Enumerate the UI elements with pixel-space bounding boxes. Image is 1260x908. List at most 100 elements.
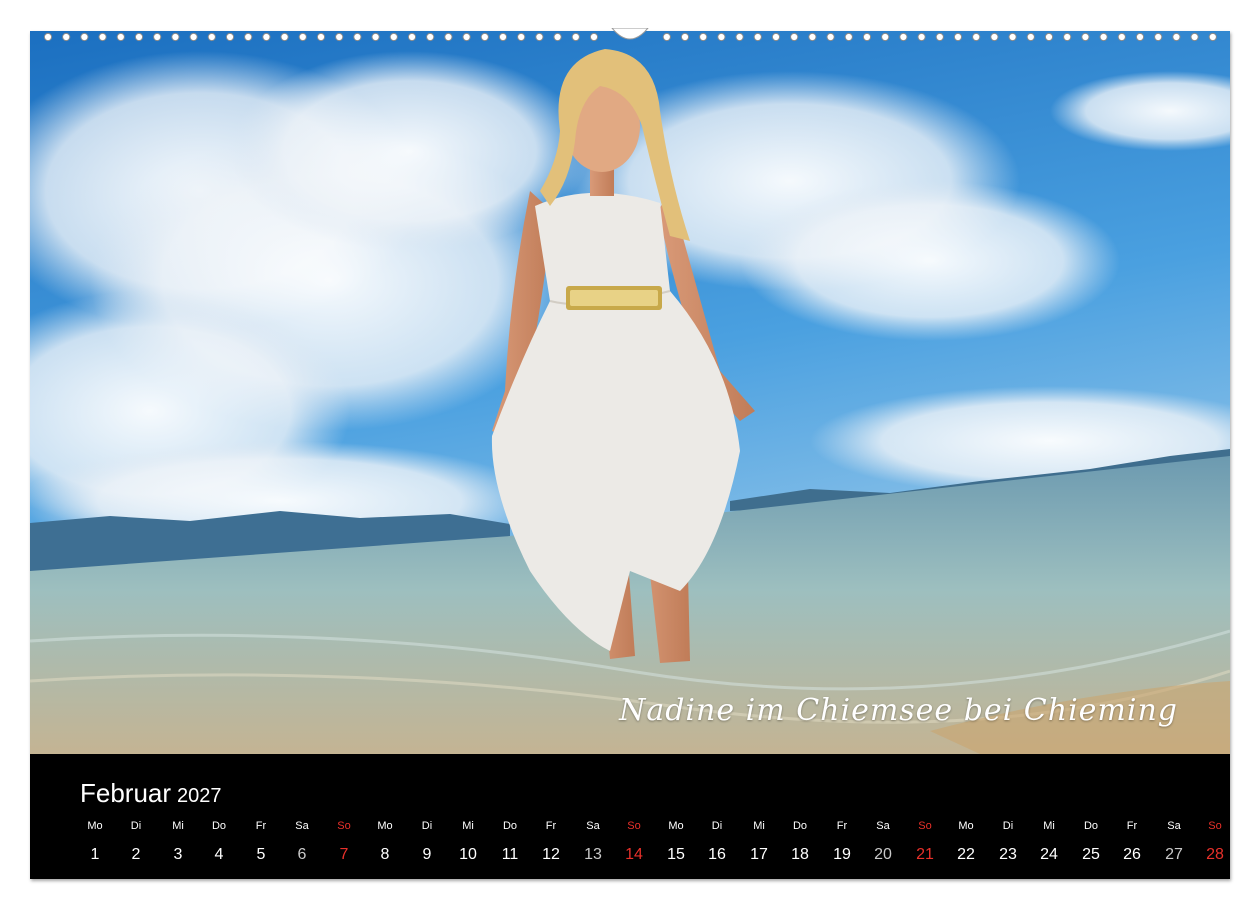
weekday-label: Do [211, 820, 227, 832]
month-title: Februar 2027 [80, 778, 222, 809]
photo: Nadine im Chiemsee bei Chieming [30, 31, 1230, 754]
day-number: 22 [957, 846, 975, 863]
day-number: 17 [750, 846, 768, 863]
binding-hole [353, 32, 362, 42]
weekday-label: Fr [836, 820, 848, 832]
binding-hole [480, 32, 489, 42]
binding-hole [298, 32, 307, 42]
weekday-label: Mi [172, 820, 184, 832]
binding-hole [571, 32, 580, 42]
binding-hole [735, 32, 744, 42]
day-number: 20 [874, 846, 892, 863]
calendar-grid: Februar 2027 Mo Di Mi Do Fr Sa So Mo Di Mi Do Fr Sa So… [30, 754, 1230, 879]
spiral-binding [43, 28, 1217, 42]
day-number: 18 [791, 846, 809, 863]
binding-hole [316, 32, 326, 42]
weekday-label: So [337, 820, 351, 832]
binding-hole [1063, 32, 1072, 42]
day-number: 14 [625, 846, 643, 863]
weekday-label: Fr [255, 820, 267, 832]
binding-hole [662, 32, 671, 42]
day-number: 13 [584, 846, 602, 863]
weekday-label: Mo [87, 820, 103, 832]
weekday-label: Sa [295, 820, 309, 832]
binding-hole [699, 32, 708, 42]
binding-hole [517, 32, 526, 42]
binding-hole [862, 32, 872, 42]
photo-caption: Nadine im Chiemsee bei Chieming [619, 693, 1178, 728]
weekday-label: Di [130, 820, 142, 832]
binding-hole [207, 32, 216, 42]
day-number: 8 [380, 846, 390, 863]
day-number: 23 [999, 846, 1017, 863]
binding-hole [1208, 32, 1217, 42]
day-number: 25 [1082, 846, 1100, 863]
binding-hole [426, 32, 435, 42]
binding-hole [1026, 32, 1035, 42]
weekday-label: Di [711, 820, 723, 832]
binding-hole [371, 32, 380, 42]
hanger-hook [611, 28, 649, 40]
weekday-label: Mo [958, 820, 974, 832]
day-number: 9 [422, 846, 432, 863]
weekday-label: Mo [668, 820, 684, 832]
binding-hole [1154, 32, 1163, 42]
binding-hole [1135, 32, 1145, 42]
weekday-label: Mi [753, 820, 765, 832]
weekday-label: Fr [545, 820, 557, 832]
binding-hole [990, 32, 999, 42]
day-number: 3 [173, 846, 183, 863]
weekday-label: Di [1002, 820, 1014, 832]
day-number: 15 [667, 846, 685, 863]
day-number: 21 [916, 846, 934, 863]
binding-hole [280, 32, 289, 42]
day-number: 4 [214, 846, 224, 863]
binding-hole [262, 32, 271, 42]
weekday-label: So [627, 820, 641, 832]
year: 2027 [177, 785, 222, 807]
weekday-label: So [1208, 820, 1222, 832]
binding-hole [225, 32, 235, 42]
binding-hole [171, 32, 180, 42]
weekday-label: Di [421, 820, 433, 832]
binding-hole [826, 32, 835, 42]
day-number: 16 [708, 846, 726, 863]
binding-hole [444, 32, 453, 42]
weekday-label: Sa [876, 820, 890, 832]
binding-hole [917, 32, 926, 42]
binding-hole [589, 32, 599, 42]
binding-hole [535, 32, 544, 42]
day-number: 2 [131, 846, 141, 863]
binding-hole [1044, 32, 1054, 42]
day-number: 6 [297, 846, 307, 863]
day-number: 26 [1123, 846, 1141, 863]
day-number: 19 [833, 846, 851, 863]
binding-hole [462, 32, 471, 42]
weekday-label: Mi [462, 820, 474, 832]
binding-hole [98, 32, 107, 42]
binding-hole [790, 32, 799, 42]
binding-hole [134, 32, 144, 42]
binding-hole [62, 32, 71, 42]
weekday-label: Do [502, 820, 518, 832]
binding-hole [153, 32, 162, 42]
binding-hole [771, 32, 781, 42]
binding-hole [1099, 32, 1108, 42]
day-number: 5 [256, 846, 266, 863]
binding-hole [1190, 32, 1199, 42]
binding-hole [407, 32, 417, 42]
binding-hole [881, 32, 890, 42]
binding-hole [844, 32, 853, 42]
binding-hole [1172, 32, 1181, 42]
weekday-label: Fr [1126, 820, 1138, 832]
day-number: 12 [542, 846, 560, 863]
binding-hole [953, 32, 963, 42]
binding-hole [899, 32, 908, 42]
binding-hole [189, 32, 198, 42]
binding-hole [935, 32, 944, 42]
binding-hole [244, 32, 253, 42]
day-number: 10 [459, 846, 477, 863]
binding-hole [717, 32, 726, 42]
binding-hole [680, 32, 690, 42]
day-grid: Mo Di Mi Do Fr Sa So Mo Di Mi Do Fr Sa So Mo Di Mi Do Fr Sa… [75, 820, 1224, 868]
